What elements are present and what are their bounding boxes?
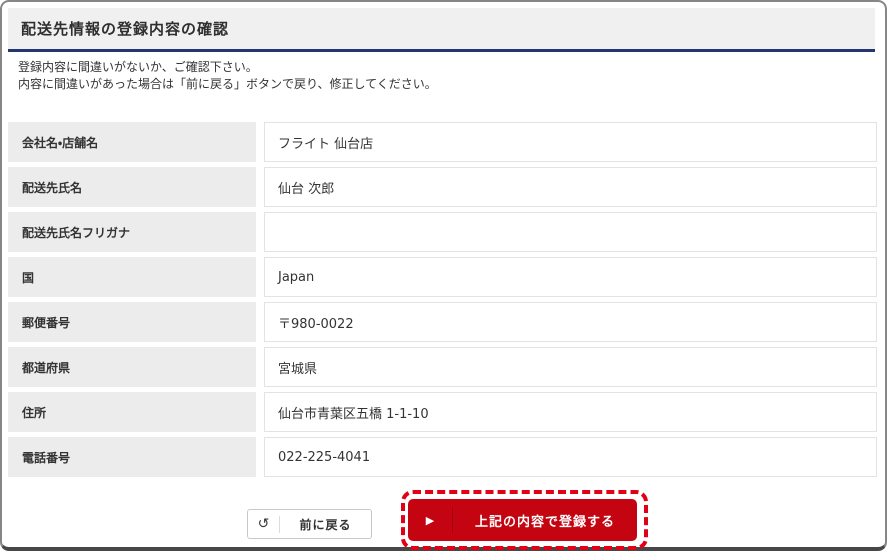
back-button[interactable]: ↺ 前に戻る xyxy=(247,509,372,539)
row-label: 都道府県 xyxy=(8,347,256,387)
play-triangle-icon: ▶ xyxy=(425,513,435,527)
table-row-country: 国 Japan xyxy=(8,257,877,297)
row-value: 仙台市青葉区五橋 1-1-10 xyxy=(264,392,877,432)
back-button-label: 前に戻る xyxy=(299,517,352,532)
row-label: 会社名・店舗名 xyxy=(8,122,256,162)
page-title: 配送先情報の登録内容の確認 xyxy=(21,20,230,38)
table-row-phone: 電話番号 022-225-4041 xyxy=(8,437,877,477)
table-row-postal-code: 郵便番号 〒980-0022 xyxy=(8,302,877,342)
row-label: 配送先氏名 xyxy=(8,167,256,207)
table-row-recipient-furigana: 配送先氏名フリガナ xyxy=(8,212,877,252)
row-value xyxy=(264,212,877,252)
register-button[interactable]: ▶ 上記の内容で登録する xyxy=(408,499,637,541)
row-value: 宮城県 xyxy=(264,347,877,387)
confirmation-window: 配送先情報の登録内容の確認 登録内容に間違いがないか、ご確認下さい。 内容に間違… xyxy=(0,0,887,551)
row-label: 国 xyxy=(8,257,256,297)
page-header: 配送先情報の登録内容の確認 xyxy=(8,8,875,52)
table-row-address: 住所 仙台市青葉区五橋 1-1-10 xyxy=(8,392,877,432)
register-button-label: 上記の内容で登録する xyxy=(474,514,615,530)
table-row-company: 会社名・店舗名 フライト 仙台店 xyxy=(8,122,877,162)
confirmation-table: 会社名・店舗名 フライト 仙台店 配送先氏名 仙台 次郎 配送先氏名フリガナ 国… xyxy=(8,122,877,482)
table-row-prefecture: 都道府県 宮城県 xyxy=(8,347,877,387)
instruction-line-1: 登録内容に間違いがないか、ご確認下さい。 xyxy=(18,60,258,74)
instruction-line-2: 内容に間違いがあった場合は「前に戻る」ボタンで戻り、修正してください。 xyxy=(18,77,437,91)
row-value: 仙台 次郎 xyxy=(264,167,877,207)
row-value: 022-225-4041 xyxy=(264,437,877,477)
row-label: 住所 xyxy=(8,392,256,432)
undo-arrow-icon: ↺ xyxy=(257,516,270,532)
row-value: フライト 仙台店 xyxy=(264,122,877,162)
row-value: 〒980-0022 xyxy=(264,302,877,342)
row-label: 配送先氏名フリガナ xyxy=(8,212,256,252)
table-row-recipient-name: 配送先氏名 仙台 次郎 xyxy=(8,167,877,207)
instructions: 登録内容に間違いがないか、ご確認下さい。 内容に間違いがあった場合は「前に戻る」… xyxy=(18,59,437,93)
row-value: Japan xyxy=(264,257,877,297)
row-label: 郵便番号 xyxy=(8,302,256,342)
row-label: 電話番号 xyxy=(8,437,256,477)
